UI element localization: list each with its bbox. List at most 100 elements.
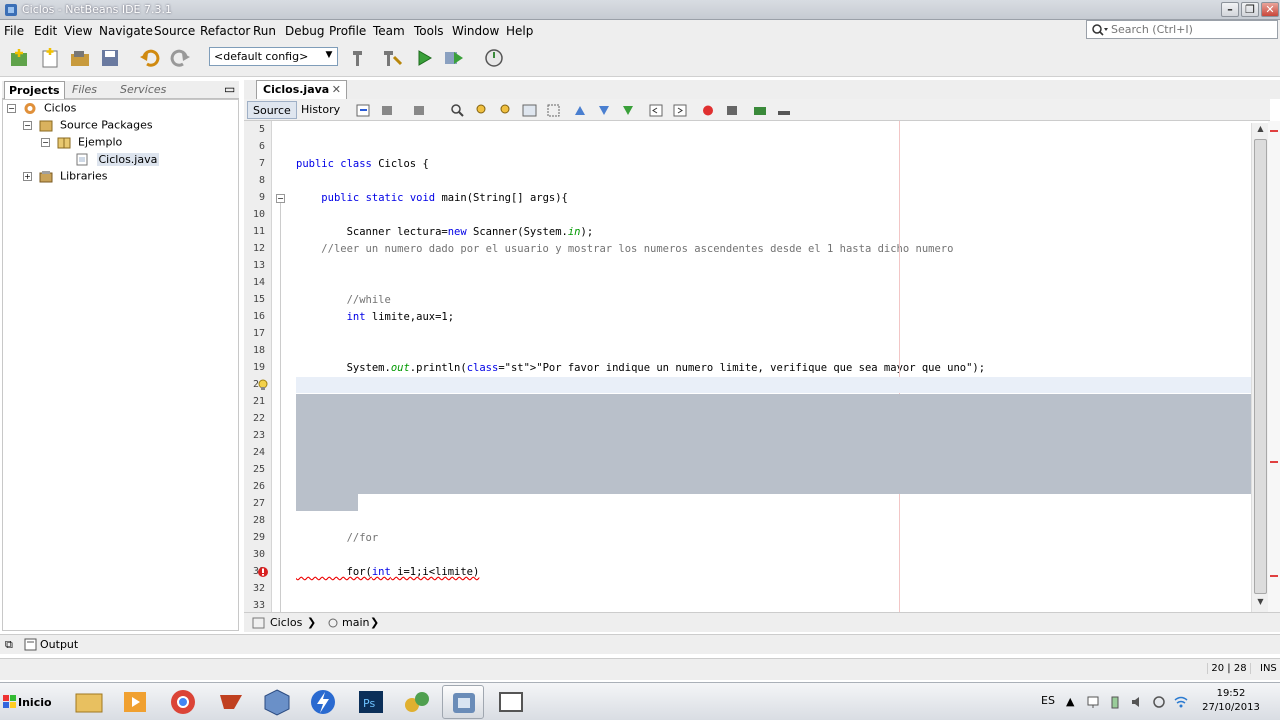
profile-project-icon[interactable] (482, 47, 506, 69)
tab-source[interactable]: Source (247, 101, 297, 119)
chrome-icon[interactable] (162, 685, 204, 719)
redo-icon[interactable] (168, 47, 192, 69)
fold-toggle-icon[interactable]: − (276, 194, 285, 203)
new-file-icon[interactable] (38, 47, 62, 69)
tree-item-ciclos[interactable]: − Ciclos (7, 101, 76, 117)
shift-left-icon[interactable] (648, 103, 664, 118)
comment-icon[interactable] (752, 103, 768, 118)
menu-source[interactable]: Source (154, 24, 195, 38)
photoshop-icon[interactable]: Ps (350, 685, 392, 719)
flash-icon[interactable] (302, 685, 344, 719)
camstudio-icon[interactable] (210, 685, 252, 719)
back-icon[interactable] (380, 103, 396, 118)
menu-view[interactable]: View (64, 24, 92, 38)
menu-refactor[interactable]: Refactor (200, 24, 250, 38)
error-mark[interactable] (1270, 461, 1278, 463)
projects-tree: − Ciclos − Source Packages − Ejemplo Cic… (2, 99, 239, 631)
menu-help[interactable]: Help (506, 24, 533, 38)
last-edit-icon[interactable] (356, 103, 372, 118)
menu-window[interactable]: Window (452, 24, 499, 38)
chevron-down-icon[interactable]: ▼ (323, 50, 335, 63)
netbeans-task[interactable] (442, 685, 484, 719)
stop-macro-icon[interactable] (724, 103, 740, 118)
search-box[interactable] (1086, 20, 1278, 39)
menu-navigate[interactable]: Navigate (99, 24, 153, 38)
battery-icon[interactable] (1108, 695, 1122, 709)
uncomment-icon[interactable] (776, 103, 792, 118)
tab-ciclos-java[interactable]: Ciclos.java ✕ (256, 80, 347, 99)
menu-run[interactable]: Run (253, 24, 276, 38)
hint-bulb-icon[interactable] (257, 379, 269, 391)
forward-icon[interactable] (412, 103, 428, 118)
restore-icon[interactable]: ⧉ (5, 638, 13, 652)
scroll-down-icon[interactable]: ▼ (1255, 597, 1266, 609)
menu-profile[interactable]: Profile (329, 24, 366, 38)
expand-icon[interactable]: + (23, 171, 32, 181)
tree-item-ejemplo[interactable]: − Ejemplo (41, 135, 122, 151)
clean-build-icon[interactable] (380, 47, 404, 69)
language-indicator[interactable]: ES (1041, 694, 1055, 707)
run-project-icon[interactable] (412, 47, 436, 69)
vertical-scrollbar[interactable]: ▲ ▼ (1251, 123, 1268, 612)
tree-item-libraries[interactable]: + Libraries (23, 169, 108, 185)
minimize-button[interactable]: – (1221, 2, 1239, 17)
find-previous-icon[interactable] (474, 103, 490, 118)
games-icon[interactable] (396, 685, 438, 719)
breadcrumb-class[interactable]: Ciclos (270, 616, 302, 629)
network-icon[interactable] (1086, 695, 1100, 709)
menu-debug[interactable]: Debug (285, 24, 324, 38)
wifi-icon[interactable] (1174, 695, 1188, 709)
error-mark[interactable] (1270, 130, 1278, 132)
find-icon[interactable] (450, 103, 466, 118)
collapse-icon[interactable]: − (41, 137, 50, 147)
system-clock[interactable]: 19:52 27/10/2013 (1196, 687, 1266, 715)
menu-file[interactable]: File (4, 24, 24, 38)
maximize-button[interactable]: ❐ (1241, 2, 1259, 17)
save-all-icon[interactable] (98, 47, 122, 69)
tab-projects[interactable]: Projects (4, 81, 65, 99)
error-badge-icon[interactable] (257, 566, 269, 578)
collapse-icon[interactable]: − (23, 120, 32, 130)
file-explorer-icon[interactable] (68, 685, 110, 719)
scrollbar-thumb[interactable] (1254, 139, 1267, 594)
start-macro-icon[interactable] (700, 103, 716, 118)
output-tab[interactable]: Output (40, 638, 78, 651)
tab-services[interactable]: Services (116, 81, 170, 99)
debug-project-icon[interactable] (442, 47, 466, 69)
virtualbox-icon[interactable] (256, 685, 298, 719)
code-area[interactable]: public class Ciclos { public static void… (288, 121, 1250, 612)
breadcrumb-method[interactable]: main (342, 616, 369, 629)
collapse-icon[interactable]: − (7, 103, 16, 113)
find-next-icon[interactable] (498, 103, 514, 118)
window-icon[interactable] (490, 685, 532, 719)
next-bookmark-icon[interactable] (596, 103, 612, 118)
undo-icon[interactable] (138, 47, 162, 69)
menu-tools[interactable]: Tools (414, 24, 444, 38)
media-player-icon[interactable] (114, 685, 156, 719)
new-project-icon[interactable] (8, 47, 32, 69)
volume-icon[interactable] (1130, 695, 1144, 709)
menu-edit[interactable]: Edit (34, 24, 57, 38)
toggle-highlight-icon[interactable] (522, 103, 538, 118)
menu-team[interactable]: Team (373, 24, 405, 38)
build-project-icon[interactable] (348, 47, 372, 69)
toggle-bookmark-icon[interactable] (620, 103, 636, 118)
toggle-rectangular-selection-icon[interactable] (546, 103, 562, 118)
error-mark[interactable] (1270, 575, 1278, 577)
previous-bookmark-icon[interactable] (572, 103, 588, 118)
power-icon[interactable] (1152, 695, 1166, 709)
start-button[interactable]: Inicio (0, 685, 52, 719)
open-project-icon[interactable] (68, 47, 92, 69)
tab-history[interactable]: History (296, 101, 345, 119)
config-select[interactable]: <default config> ▼ (209, 47, 338, 66)
minimize-panel-icon[interactable]: ▭ (224, 82, 235, 96)
tab-files[interactable]: Files (68, 81, 101, 99)
search-input[interactable] (1111, 22, 1271, 37)
close-window-button[interactable]: ✕ (1261, 2, 1279, 17)
scroll-up-icon[interactable]: ▲ (1255, 124, 1266, 136)
close-tab-icon[interactable]: ✕ (332, 83, 341, 96)
show-hidden-icons-icon[interactable]: ▲ (1066, 695, 1080, 709)
shift-right-icon[interactable] (672, 103, 688, 118)
tree-item-ciclos-java[interactable]: Ciclos.java (75, 152, 160, 168)
tree-item-source-packages[interactable]: − Source Packages (23, 118, 153, 134)
